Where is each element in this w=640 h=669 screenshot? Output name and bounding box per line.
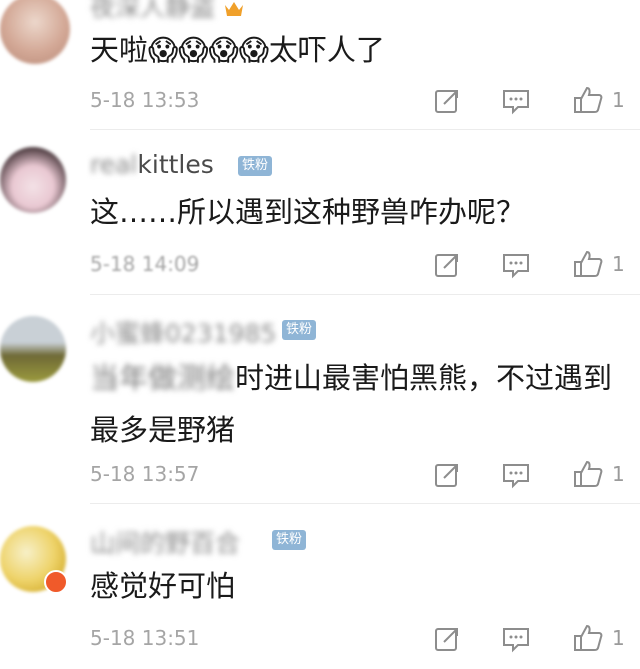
comment-button[interactable] xyxy=(501,86,531,116)
share-icon xyxy=(435,628,458,651)
avatar[interactable] xyxy=(0,147,66,213)
username-masked: 夜深人静盗 xyxy=(90,0,216,22)
comment-icon xyxy=(503,464,529,489)
like-button[interactable] xyxy=(572,622,603,652)
username[interactable]: 山间的野百合 xyxy=(90,524,240,560)
comment-icon xyxy=(503,254,529,279)
comment-text: 天啦😱😱😱😱太吓人了 xyxy=(90,33,385,67)
avatar[interactable] xyxy=(0,316,66,382)
repost-button[interactable] xyxy=(432,460,462,490)
username-masked: 小蜜蜂0231985 xyxy=(90,319,277,348)
repost-button[interactable] xyxy=(432,624,462,654)
comment-text: 当年做测绘时进山最害怕黑熊，不过遇到最多是野猪 xyxy=(90,352,620,456)
username-masked: real xyxy=(90,150,138,179)
username[interactable]: realkittles xyxy=(90,150,214,179)
repost-button[interactable] xyxy=(432,250,462,280)
like-count: 1 xyxy=(612,626,625,650)
thumbs-up-icon xyxy=(574,460,603,487)
thumbs-up-icon xyxy=(574,86,603,113)
avatar[interactable] xyxy=(0,0,70,64)
username[interactable]: 夜深人静盗 xyxy=(90,0,245,24)
comment-time: 5-18 13:57 xyxy=(90,462,200,486)
thumbs-up-icon xyxy=(574,250,603,277)
share-icon xyxy=(435,464,458,487)
comment-text-masked: 当年做测绘 xyxy=(90,361,236,395)
comment-time: 5-18 13:51 xyxy=(90,626,200,650)
share-icon xyxy=(435,90,458,113)
divider xyxy=(90,294,640,295)
divider xyxy=(90,503,640,504)
comment-button[interactable] xyxy=(501,624,531,654)
comment-text: 这……所以遇到这种野兽咋办呢？ xyxy=(90,195,526,229)
fan-badge: 铁粉 xyxy=(238,156,273,176)
share-icon xyxy=(435,254,458,277)
comment-icon xyxy=(503,90,529,115)
username[interactable]: 小蜜蜂0231985 xyxy=(90,314,276,350)
like-count: 1 xyxy=(612,88,625,112)
live-badge-icon xyxy=(44,570,68,594)
repost-button[interactable] xyxy=(432,86,462,116)
comment-icon xyxy=(503,628,529,653)
like-count: 1 xyxy=(612,462,625,486)
fan-badge: 铁粉 xyxy=(272,530,307,550)
like-button[interactable] xyxy=(572,458,603,488)
comment-time: 5-18 13:53 xyxy=(90,88,200,112)
like-count: 1 xyxy=(612,252,625,276)
like-button[interactable] xyxy=(572,248,603,278)
comment-button[interactable] xyxy=(501,460,531,490)
username-visible: kittles xyxy=(137,150,214,179)
like-button[interactable] xyxy=(572,84,603,114)
username-masked: 山间的野百合 xyxy=(90,529,241,558)
vip-crown-icon xyxy=(223,0,245,19)
fan-badge: 铁粉 xyxy=(282,320,317,340)
divider xyxy=(90,129,640,130)
thumbs-up-icon xyxy=(574,624,603,651)
comment-text: 感觉好可怕 xyxy=(90,569,236,603)
comment-button[interactable] xyxy=(501,250,531,280)
comment-time: 5-18 14:09 xyxy=(90,252,200,276)
